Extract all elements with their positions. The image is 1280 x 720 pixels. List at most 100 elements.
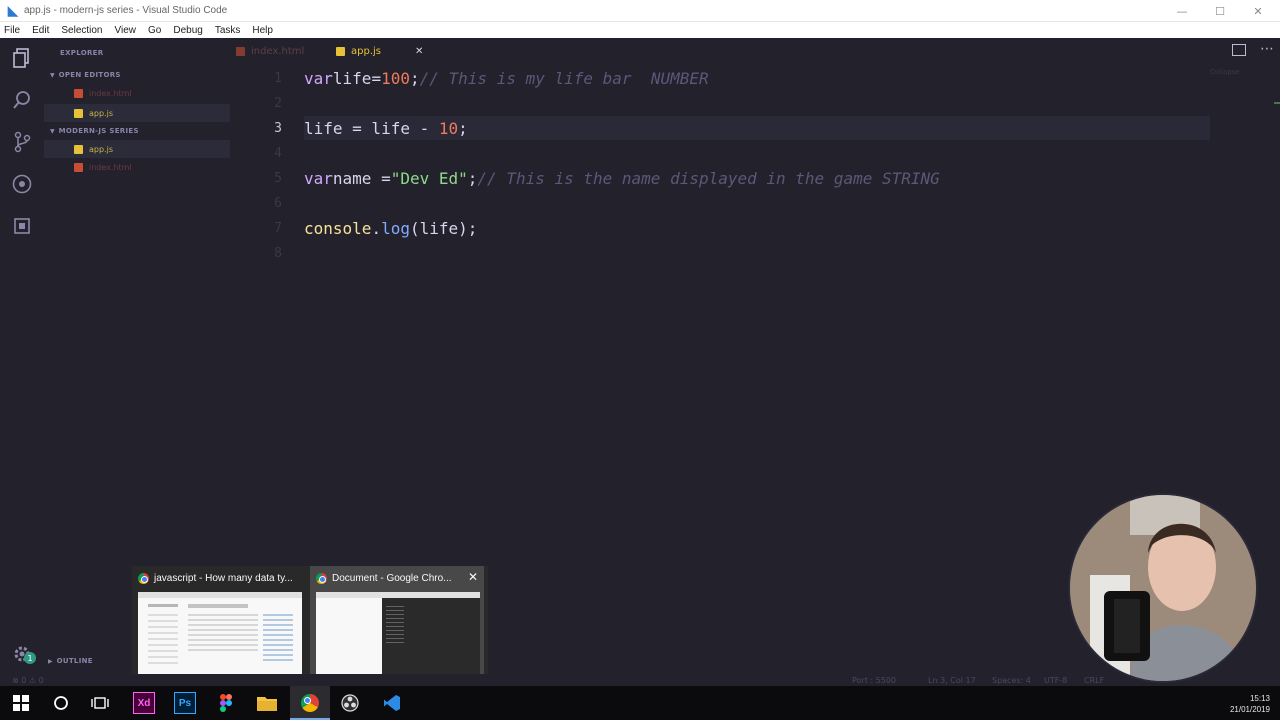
- js-file-icon: [336, 46, 345, 56]
- open-editor-index-html[interactable]: index.html: [44, 84, 230, 102]
- code-line[interactable]: life = life - 10;: [304, 116, 468, 140]
- code-token: life = life -: [304, 118, 439, 138]
- code-token: life: [332, 68, 372, 88]
- debug-icon[interactable]: [10, 172, 34, 196]
- split-editor-icon[interactable]: [1232, 44, 1246, 56]
- tab-app-js[interactable]: app.js ✕: [336, 38, 423, 64]
- code-token: ;: [409, 68, 420, 88]
- line-number: 4: [274, 145, 282, 161]
- line-number: 3: [274, 120, 282, 136]
- menu-edit[interactable]: Edit: [32, 25, 49, 36]
- code-token: =: [371, 68, 382, 88]
- open-editors-section[interactable]: ▼ OPEN EDITORS: [44, 66, 230, 84]
- task-view-icon[interactable]: [89, 692, 111, 714]
- more-actions-icon[interactable]: ⋯: [1260, 41, 1274, 57]
- update-badge: 1: [24, 652, 36, 664]
- menu-help[interactable]: Help: [252, 25, 273, 36]
- code-line[interactable]: var life = 100;// This is my life bar NU…: [304, 66, 709, 90]
- menu-selection[interactable]: Selection: [61, 25, 102, 36]
- thumbnail-chrome-window-2[interactable]: Document - Google Chro... ✕: [310, 566, 484, 686]
- minimap-label: Collapse: [1210, 68, 1240, 76]
- thumbnail-preview: [316, 592, 480, 678]
- menu-bar: File Edit Selection View Go Debug Tasks …: [0, 22, 1280, 38]
- code-token: ;: [458, 118, 468, 138]
- chrome-icon: [316, 572, 327, 584]
- code-token: (life);: [409, 218, 478, 238]
- code-token: var: [304, 68, 333, 88]
- taskbar-thumbnail-popup: javascript - How many data ty... Documen…: [132, 566, 488, 686]
- menu-go[interactable]: Go: [148, 25, 161, 36]
- menu-debug[interactable]: Debug: [173, 25, 202, 36]
- thumbnail-preview: [138, 592, 302, 678]
- maximize-button[interactable]: ☐: [1202, 0, 1238, 22]
- code-token: console: [304, 218, 372, 238]
- code-token: // This is my life bar NUMBER: [419, 68, 709, 88]
- js-file-icon: [74, 144, 83, 154]
- folder-file-index-html[interactable]: index.html: [44, 158, 230, 176]
- code-token: name =: [332, 168, 391, 188]
- open-editor-app-js[interactable]: app.js: [44, 104, 230, 122]
- chrome-taskbar-icon[interactable]: [299, 692, 321, 714]
- code-line[interactable]: var name = "Dev Ed";// This is the name …: [304, 166, 940, 190]
- code-token: .: [371, 218, 382, 238]
- indentation-status[interactable]: Spaces: 4: [992, 674, 1031, 686]
- thumbnail-title: Document - Google Chro...: [332, 572, 452, 584]
- encoding-status[interactable]: UTF-8: [1044, 674, 1067, 686]
- html-file-icon: [74, 162, 83, 172]
- file-explorer-icon[interactable]: [256, 692, 278, 714]
- close-window-button[interactable]: ✕: [1240, 0, 1276, 22]
- cursor-position[interactable]: Ln 3, Col 17: [928, 674, 976, 686]
- code-token: 10: [438, 118, 459, 138]
- line-number: 8: [274, 245, 282, 261]
- menu-tasks[interactable]: Tasks: [215, 25, 241, 36]
- thumbnail-chrome-window-1[interactable]: javascript - How many data ty...: [132, 566, 306, 686]
- clock-date: 21/01/2019: [1229, 705, 1270, 714]
- problems-status[interactable]: ⊗ 0 ⚠ 0: [12, 674, 44, 686]
- folder-section[interactable]: ▼ MODERN-JS SERIES: [44, 122, 230, 140]
- caret-down-icon: ▼: [50, 71, 55, 79]
- source-control-icon[interactable]: [10, 130, 34, 154]
- minimize-button[interactable]: —: [1164, 0, 1200, 22]
- js-file-icon: [74, 108, 83, 118]
- extensions-icon[interactable]: [10, 214, 34, 238]
- figma-icon[interactable]: [215, 692, 237, 714]
- photoshop-icon[interactable]: Ps: [174, 692, 196, 714]
- html-file-icon: [236, 46, 245, 56]
- close-tab-icon[interactable]: ✕: [415, 46, 423, 57]
- windows-taskbar: Xd Ps 15:13 21/01/2019: [0, 686, 1280, 720]
- code-token: // This is the name displayed in the gam…: [477, 168, 940, 188]
- live-server-port[interactable]: Port : 5500: [852, 674, 896, 686]
- line-number: 7: [274, 220, 282, 236]
- caret-down-icon: ▼: [50, 127, 55, 135]
- clock-time: 15:13: [1249, 694, 1270, 703]
- title-bar: ◣ app.js - modern-js series - Visual Stu…: [0, 0, 1280, 22]
- line-number: 2: [274, 95, 282, 111]
- adobe-xd-icon[interactable]: Xd: [133, 692, 155, 714]
- html-file-icon: [74, 88, 83, 98]
- menu-view[interactable]: View: [115, 25, 137, 36]
- code-token: "Dev Ed": [390, 168, 468, 188]
- caret-right-icon: ▶: [48, 657, 53, 665]
- editor-tab-bar: index.html app.js ✕ ⋯: [230, 38, 1280, 64]
- close-thumbnail-icon[interactable]: ✕: [468, 570, 478, 584]
- explorer-files-icon[interactable]: [10, 46, 34, 70]
- code-token: 100: [381, 68, 410, 88]
- windows-start-icon[interactable]: [10, 692, 32, 714]
- menu-file[interactable]: File: [4, 25, 20, 36]
- system-clock[interactable]: 15:13 21/01/2019: [1210, 690, 1270, 718]
- webcam-overlay: [1068, 493, 1258, 683]
- search-icon[interactable]: [10, 88, 34, 112]
- vscode-taskbar-icon[interactable]: [381, 692, 403, 714]
- folder-file-app-js[interactable]: app.js: [44, 140, 230, 158]
- eol-status[interactable]: CRLF: [1084, 674, 1104, 686]
- tab-index-html[interactable]: index.html: [236, 38, 304, 64]
- code-line[interactable]: console. log (life);: [304, 216, 477, 240]
- cortana-icon[interactable]: [50, 692, 72, 714]
- obs-icon[interactable]: [339, 692, 361, 714]
- window-title: app.js - modern-js series - Visual Studi…: [24, 5, 228, 16]
- code-token: log: [381, 218, 410, 238]
- chrome-icon: [138, 572, 149, 584]
- vscode-logo-icon: ◣: [7, 2, 19, 19]
- minimap-marker: [1274, 102, 1280, 104]
- thumbnail-title: javascript - How many data ty...: [154, 572, 293, 584]
